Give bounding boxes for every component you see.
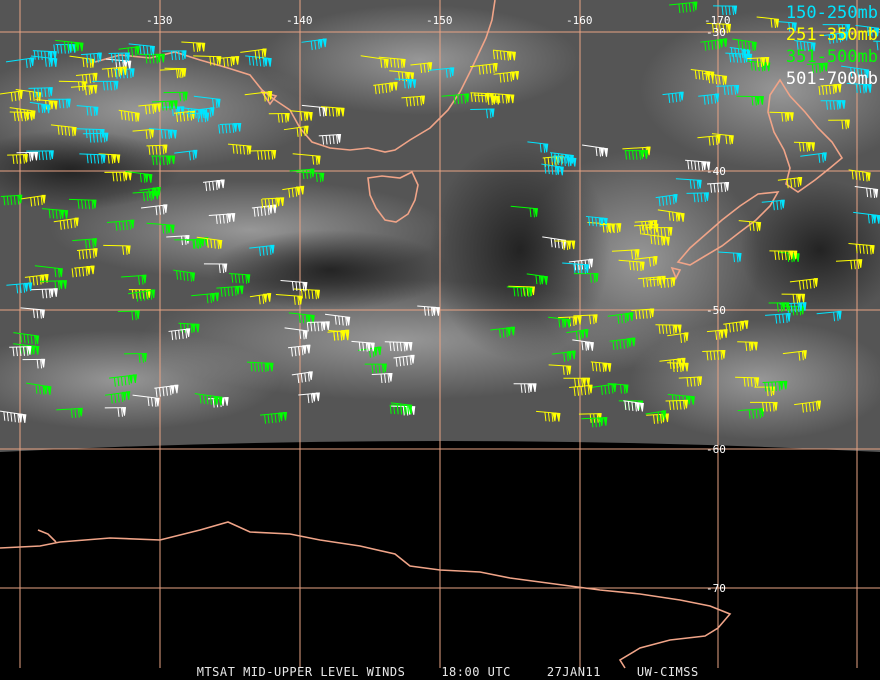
lat-label-50: -50 [706, 304, 726, 317]
lat-label-70: -70 [706, 582, 726, 595]
satellite-wind-map: -130 -140 -150 -160 -170 -30 -40 -50 -60… [0, 0, 880, 669]
lon-label-130: -130 [146, 14, 173, 27]
antarctic-inlet [37, 529, 57, 543]
image-caption: MTSAT MID-UPPER LEVEL WINDS 18:00 UTC 27JA… [0, 651, 880, 679]
legend-entry-150-250: 150-250mb [785, 3, 878, 23]
caption-time: 18:00 UTC [441, 665, 511, 679]
lon-label-150: -150 [426, 14, 453, 27]
lat-label-40: -40 [706, 165, 726, 178]
legend-entry-351-500: 351-500mb [785, 47, 878, 67]
lat-label-30: -30 [706, 26, 726, 39]
lon-label-160: -160 [566, 14, 593, 27]
legend-entry-251-350: 251-350mb [785, 25, 878, 45]
pressure-legend: 150-250mb 251-350mb 351-500mb 501-700mb [786, 2, 878, 90]
caption-source: UW-CIMSS [636, 665, 699, 679]
lat-label-60: -60 [706, 443, 726, 456]
lon-label-140: -140 [286, 14, 313, 27]
caption-date: 27JAN11 [546, 665, 601, 679]
legend-entry-501-700: 501-700mb [785, 69, 878, 89]
caption-product: MTSAT MID-UPPER LEVEL WINDS [196, 665, 406, 679]
antarctica-coast [0, 521, 732, 669]
